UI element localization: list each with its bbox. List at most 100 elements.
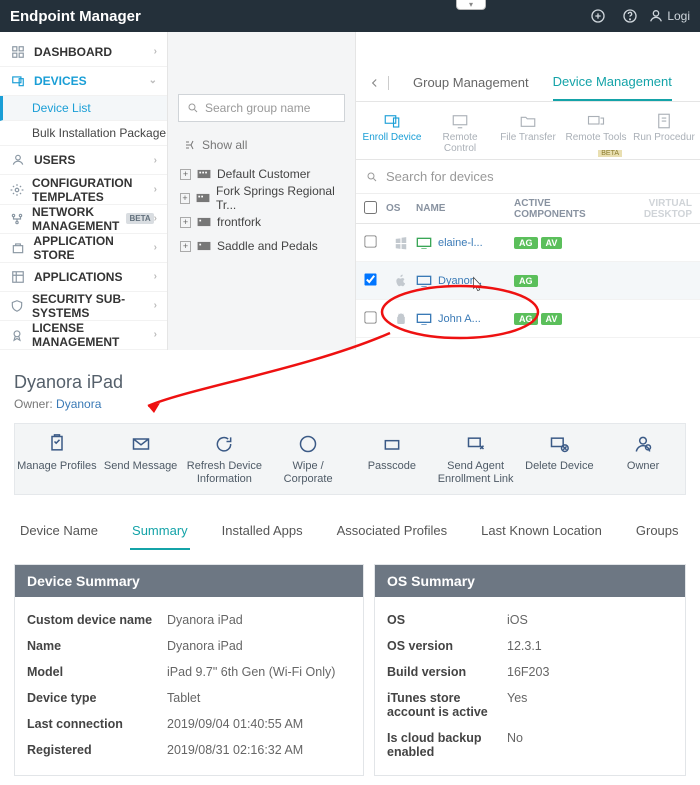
select-all-checkbox[interactable]: [364, 201, 377, 214]
row-checkbox[interactable]: [364, 273, 376, 285]
gear-icon: [10, 182, 24, 198]
pointer-cursor-icon: [470, 276, 484, 294]
device-name-link[interactable]: Dyanor...: [416, 275, 514, 287]
org-icon: [197, 240, 211, 252]
sidebar-item-dashboard[interactable]: DASHBOARD›: [0, 38, 167, 67]
action-run-procedure[interactable]: Run Procedur: [630, 106, 698, 159]
expand-icon[interactable]: +: [180, 217, 191, 228]
tab-device-mgmt[interactable]: Device Management: [553, 64, 672, 101]
detail-action-bar: Manage Profiles Send Message Refresh Dev…: [14, 423, 686, 495]
device-summary-card: Device Summary Custom device nameDyanora…: [14, 564, 364, 776]
table-row[interactable]: elaine-l... AGAV: [356, 224, 700, 262]
devices-icon: [10, 73, 26, 89]
device-action-row: Enroll Device Remote Control File Transf…: [356, 102, 700, 160]
group-search-input[interactable]: Search group name: [178, 94, 345, 122]
back-icon[interactable]: [368, 76, 389, 90]
add-icon[interactable]: [584, 4, 612, 28]
status-badge: AV: [541, 313, 563, 325]
dtab-installed-apps[interactable]: Installed Apps: [220, 517, 305, 550]
tab-group-mgmt[interactable]: Group Management: [413, 64, 529, 101]
network-icon: [10, 211, 24, 227]
shield-icon: [10, 298, 24, 314]
table-row[interactable]: John A... AGAV: [356, 300, 700, 338]
device-table-header: OS NAME ACTIVE COMPONENTS VIRTUAL DESKTO…: [356, 194, 700, 224]
group-tree-panel: Search group name Show all +Default Cust…: [168, 32, 356, 350]
action-refresh-device[interactable]: Refresh Device Information: [183, 432, 267, 486]
android-icon: [386, 312, 416, 326]
windows-icon: [386, 236, 416, 250]
action-owner[interactable]: Owner: [601, 432, 685, 486]
beta-badge: BETA: [598, 150, 622, 157]
expand-icon[interactable]: +: [180, 169, 191, 180]
status-badge: AV: [541, 237, 563, 249]
action-send-message[interactable]: Send Message: [99, 432, 183, 486]
device-title: Dyanora iPad: [14, 372, 686, 393]
col-virtual[interactable]: VIRTUAL DESKTOP: [614, 198, 692, 220]
table-row[interactable]: Dyanor... AG: [356, 262, 700, 300]
action-wipe-corporate[interactable]: Wipe / Corporate: [266, 432, 350, 486]
dtab-assoc-profiles[interactable]: Associated Profiles: [335, 517, 450, 550]
col-active[interactable]: ACTIVE COMPONENTS: [514, 198, 614, 220]
sidebar-sub-device-list[interactable]: Device List: [0, 96, 167, 121]
device-name-link[interactable]: John A...: [416, 313, 514, 325]
users-icon: [10, 152, 26, 168]
app-title: Endpoint Manager: [10, 8, 141, 25]
col-name[interactable]: NAME: [416, 203, 514, 214]
help-icon[interactable]: [616, 4, 644, 28]
sidebar-item-license[interactable]: LICENSE MANAGEMENT›: [0, 321, 167, 350]
sidebar-item-devices[interactable]: DEVICES⌄: [0, 67, 167, 96]
action-enroll-device[interactable]: Enroll Device: [358, 106, 426, 159]
tree-item[interactable]: +Default Customer: [178, 162, 345, 186]
sidebar-sub-bulk-install[interactable]: Bulk Installation Package: [0, 121, 167, 146]
top-notch-chevron-icon[interactable]: ▾: [456, 0, 486, 10]
expand-icon[interactable]: +: [180, 241, 191, 252]
action-remote-tools[interactable]: Remote ToolsBETA: [562, 106, 630, 159]
status-badge: AG: [514, 237, 538, 249]
top-bar: Endpoint Manager Logi: [0, 0, 700, 32]
detail-tabs: Device Name Summary Installed Apps Assoc…: [14, 517, 686, 550]
sidebar-item-applications[interactable]: APPLICATIONS›: [0, 263, 167, 292]
action-send-enroll-link[interactable]: Send Agent Enrollment Link: [434, 432, 518, 486]
row-checkbox[interactable]: [364, 235, 376, 247]
org-icon: [197, 168, 211, 180]
action-remote-control[interactable]: Remote Control: [426, 106, 494, 159]
main-sidebar: DASHBOARD› DEVICES⌄ Device List Bulk Ins…: [0, 32, 168, 350]
org-icon: [197, 216, 211, 228]
store-icon: [10, 240, 25, 256]
card-title: OS Summary: [375, 565, 685, 597]
sidebar-item-users[interactable]: USERS›: [0, 146, 167, 175]
sidebar-item-network-mgmt[interactable]: NETWORK MANAGEMENTBETA›: [0, 205, 167, 234]
beta-badge: BETA: [126, 213, 153, 224]
action-passcode[interactable]: Passcode: [350, 432, 434, 486]
action-manage-profiles[interactable]: Manage Profiles: [15, 432, 99, 486]
dashboard-icon: [10, 44, 26, 60]
apps-icon: [10, 269, 26, 285]
tree-item[interactable]: +frontfork: [178, 210, 345, 234]
device-name-link[interactable]: elaine-l...: [416, 237, 514, 249]
org-icon: [196, 192, 210, 204]
license-icon: [10, 327, 24, 343]
tree-item[interactable]: +Saddle and Pedals: [178, 234, 345, 258]
apple-icon: [386, 274, 416, 288]
dtab-groups[interactable]: Groups: [634, 517, 681, 550]
dtab-summary[interactable]: Summary: [130, 517, 190, 550]
sidebar-item-app-store[interactable]: APPLICATION STORE›: [0, 234, 167, 263]
dtab-device-name[interactable]: Device Name: [18, 517, 100, 550]
sidebar-item-security[interactable]: SECURITY SUB-SYSTEMS›: [0, 292, 167, 321]
device-detail-panel: Dyanora iPad Owner: Dyanora Manage Profi…: [0, 350, 700, 780]
dtab-last-location[interactable]: Last Known Location: [479, 517, 604, 550]
sidebar-item-config-templates[interactable]: CONFIGURATION TEMPLATES›: [0, 175, 167, 204]
tree-item[interactable]: +Fork Springs Regional Tr...: [178, 186, 345, 210]
row-checkbox[interactable]: [364, 311, 376, 323]
action-delete-device[interactable]: Delete Device: [518, 432, 602, 486]
expand-icon[interactable]: +: [180, 193, 190, 204]
device-search-input[interactable]: Search for devices: [356, 160, 700, 194]
device-pane: Group Management Device Management Enrol…: [356, 32, 700, 350]
col-os[interactable]: OS: [386, 203, 416, 214]
group-search-placeholder: Search group name: [205, 101, 310, 115]
group-tree: +Default Customer +Fork Springs Regional…: [178, 162, 345, 258]
owner-link[interactable]: Dyanora: [56, 397, 101, 411]
action-file-transfer[interactable]: File Transfer: [494, 106, 562, 159]
show-all-link[interactable]: Show all: [178, 132, 345, 158]
user-login[interactable]: Logi: [648, 4, 690, 28]
